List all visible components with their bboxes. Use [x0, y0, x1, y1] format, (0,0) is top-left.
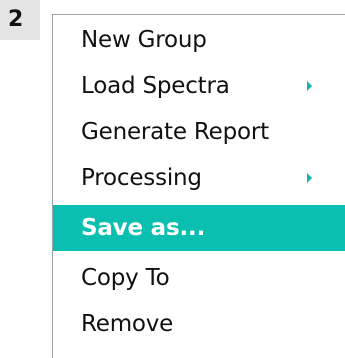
- menu-item-load-spectra[interactable]: Load Spectra: [53, 63, 345, 109]
- menu-item-save-as[interactable]: Save as...: [53, 205, 345, 251]
- menu-item-remove[interactable]: Remove: [53, 301, 345, 347]
- menu-item-new-group[interactable]: New Group: [53, 17, 345, 63]
- menu-item-label: Remove: [81, 311, 174, 337]
- menu-item-label: Generate Report: [81, 119, 269, 145]
- submenu-arrow-icon: [307, 81, 312, 91]
- submenu-arrow-icon: [307, 173, 312, 183]
- screenshot-stage: 2 New Group Load Spectra Generate Report…: [0, 0, 345, 358]
- menu-item-copy-to[interactable]: Copy To: [53, 255, 345, 301]
- menu-item-label: Processing: [81, 165, 202, 191]
- menu-item-label: New Group: [81, 27, 207, 53]
- context-menu: New Group Load Spectra Generate Report P…: [52, 14, 345, 358]
- menu-item-label: Load Spectra: [81, 73, 230, 99]
- menu-item-generate-report[interactable]: Generate Report: [53, 109, 345, 155]
- menu-item-label: Save as...: [81, 215, 206, 241]
- menu-item-processing[interactable]: Processing: [53, 155, 345, 201]
- menu-item-label: Copy To: [81, 265, 170, 291]
- step-number-badge: 2: [0, 0, 40, 40]
